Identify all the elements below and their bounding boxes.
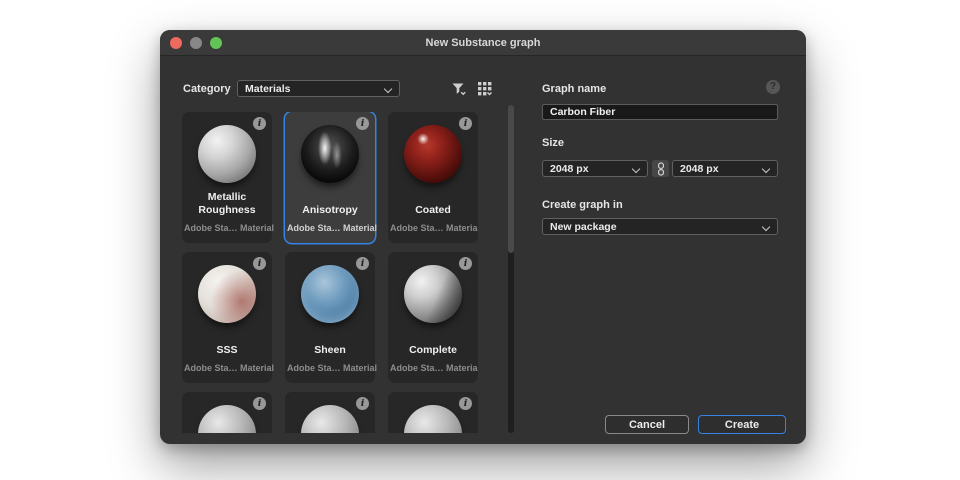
template-card[interactable]: i (285, 392, 375, 433)
template-card[interactable]: i Metallic Roughness Adobe Sta… Material (182, 112, 272, 243)
display-mode-button[interactable] (476, 80, 494, 98)
graph-name-input[interactable] (542, 104, 778, 120)
category-label: Category (183, 82, 231, 97)
material-sphere-preview (301, 265, 359, 323)
info-icon[interactable]: i (459, 257, 472, 270)
template-name: Coated (391, 190, 475, 217)
material-sphere-preview (301, 125, 359, 183)
template-card[interactable]: i Anisotropy Adobe Sta… Material (285, 112, 375, 243)
info-icon[interactable]: i (356, 397, 369, 410)
graph-name-label: Graph name (542, 82, 606, 97)
size-width-select[interactable]: 2048 px (542, 160, 648, 177)
window-title: New Substance graph (160, 30, 806, 56)
template-card[interactable]: i Complete Adobe Sta… Material (388, 252, 478, 383)
material-sphere-preview (404, 405, 462, 433)
template-source: Adobe Sta… Material (390, 363, 476, 373)
scrollbar-thumb[interactable] (508, 105, 514, 253)
filter-funnel-icon (451, 81, 467, 97)
thumbnail-grid-icon (477, 81, 493, 97)
info-icon[interactable]: i (459, 397, 472, 410)
create-graph-in-select[interactable]: New package (542, 218, 778, 235)
link-chain-icon (656, 162, 666, 176)
template-card[interactable]: i Coated Adobe Sta… Material (388, 112, 478, 243)
filter-button[interactable] (450, 80, 468, 98)
create-graph-in-value: New package (550, 221, 617, 233)
template-grid: i Metallic Roughness Adobe Sta… Material… (182, 112, 478, 433)
material-sphere-preview (198, 265, 256, 323)
material-sphere-preview (301, 405, 359, 433)
template-card[interactable]: i SSS Adobe Sta… Material (182, 252, 272, 383)
info-icon[interactable]: i (356, 257, 369, 270)
template-name: Anisotropy (288, 190, 372, 217)
new-substance-graph-dialog: New Substance graph Category Materials i… (160, 30, 806, 444)
template-name: Metallic Roughness (185, 190, 269, 217)
template-source: Adobe Sta… Material (287, 223, 373, 233)
template-name: Complete (391, 330, 475, 357)
link-sizes-button[interactable] (652, 160, 669, 177)
create-button[interactable]: Create (698, 415, 786, 434)
size-label: Size (542, 136, 564, 151)
template-source: Adobe Sta… Material (390, 223, 476, 233)
category-select-value: Materials (245, 83, 291, 95)
size-width-value: 2048 px (550, 163, 589, 175)
template-card[interactable]: i Sheen Adobe Sta… Material (285, 252, 375, 383)
titlebar: New Substance graph (160, 30, 806, 56)
template-card[interactable]: i (388, 392, 478, 433)
help-icon[interactable]: ? (766, 80, 780, 94)
info-icon[interactable]: i (253, 397, 266, 410)
template-name: SSS (185, 330, 269, 357)
material-sphere-preview (198, 405, 256, 433)
template-name: Sheen (288, 330, 372, 357)
size-height-select[interactable]: 2048 px (672, 160, 778, 177)
category-select[interactable]: Materials (237, 80, 400, 97)
template-card[interactable]: i (182, 392, 272, 433)
info-icon[interactable]: i (253, 117, 266, 130)
material-sphere-preview (198, 125, 256, 183)
material-sphere-preview (404, 265, 462, 323)
template-source: Adobe Sta… Material (184, 363, 270, 373)
info-icon[interactable]: i (356, 117, 369, 130)
size-height-value: 2048 px (680, 163, 719, 175)
info-icon[interactable]: i (253, 257, 266, 270)
cancel-button[interactable]: Cancel (605, 415, 689, 434)
template-list-scrollbar (508, 105, 514, 433)
create-graph-in-label: Create graph in (542, 198, 623, 213)
info-icon[interactable]: i (459, 117, 472, 130)
material-sphere-preview (404, 125, 462, 183)
template-source: Adobe Sta… Material (287, 363, 373, 373)
template-source: Adobe Sta… Material (184, 223, 270, 233)
